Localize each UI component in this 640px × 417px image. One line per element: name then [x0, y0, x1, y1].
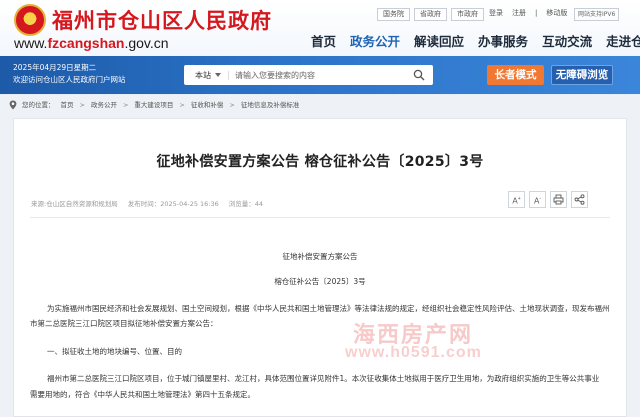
search-icon[interactable] — [413, 69, 425, 81]
mobile-version-link[interactable]: 移动版 — [546, 8, 567, 19]
site-title[interactable]: 福州市仓山区人民政府 — [52, 5, 272, 35]
location-pin-icon — [9, 100, 17, 110]
login-link[interactable]: 登录 — [489, 8, 503, 19]
breadcrumb-separator: > — [229, 101, 235, 109]
link-state-council[interactable]: 国务院 — [377, 8, 410, 21]
article-title: 征地补偿安置方案公告 榕仓征补公告〔2025〕3号 — [156, 154, 484, 170]
site-domain: www.fzcangshan.gov.cn — [14, 35, 169, 51]
elder-mode-button[interactable]: 长者模式 — [487, 65, 544, 85]
search-bar: 本站 — [184, 65, 433, 85]
body-paragraph-3-line-1: 福州市第二总医院三江口院区项目，位于城门镇屋里村、龙江村，具体范围位置详见附件1… — [47, 374, 600, 383]
domain-prefix: www. — [14, 35, 48, 51]
breadcrumb-separator: > — [122, 101, 129, 109]
chevron-down-icon — [215, 73, 221, 77]
search-scope-label: 本站 — [195, 70, 211, 80]
breadcrumb-land-info[interactable]: 征地信息及补偿标准 — [241, 100, 300, 110]
main-nav: 首页 政务公开 解读回应 办事服务 互动交流 走进仓山 — [311, 31, 640, 50]
article-tools: A+ A- — [508, 191, 588, 208]
domain-brand: fzcangshan — [47, 35, 125, 51]
nav-about-cangshan[interactable]: 走进仓山 — [606, 31, 640, 50]
util-separator: | — [535, 9, 538, 17]
document-number: 榕仓征补公告〔2025〕3号 — [274, 277, 366, 286]
article-publish-time: 发布时间：2025-04-25 16:36 — [127, 200, 219, 208]
share-icon — [574, 194, 585, 205]
nav-home[interactable]: 首页 — [311, 31, 336, 50]
ipv6-badge: 网站支持IPV6 — [574, 8, 620, 21]
breadcrumb-expropriation[interactable]: 征收和补偿 — [191, 100, 224, 110]
body-paragraph-3-line-2: 需要用地的，符合《中华人民共和国土地管理法》第四十五条规定。 — [30, 390, 255, 399]
document-title: 征地补偿安置方案公告 — [282, 252, 358, 261]
search-scope-select[interactable]: 本站 — [184, 70, 228, 81]
article-views: 浏览量：44 — [228, 200, 264, 208]
national-emblem-icon — [14, 4, 46, 36]
nav-government-affairs[interactable]: 政务公开 — [350, 31, 400, 50]
blue-banner: 2025年04月29日星期二 欢迎访问仓山区人民政府门户网站 本站 长者模式 无… — [0, 56, 640, 94]
link-province-gov[interactable]: 省政府 — [414, 8, 447, 21]
watermark-url: www.h0591.com — [345, 344, 482, 361]
banner-date: 2025年04月29日星期二 欢迎访问仓山区人民政府门户网站 — [13, 62, 126, 86]
nav-interaction[interactable]: 互动交流 — [542, 31, 592, 50]
body-paragraph-1-line-2: 市第二总医院三江口院区项目拟征地补偿安置方案公告： — [30, 319, 218, 328]
breadcrumb: 您的位置： 首页 > 政务公开 > 重大建设项目 > 征收和补偿 > 征地信息及… — [9, 100, 299, 110]
meta-divider — [30, 217, 610, 218]
breadcrumb-separator: > — [79, 101, 85, 109]
top-links: 国务院 省政府 市政府 — [377, 8, 484, 21]
breadcrumb-home[interactable]: 首页 — [61, 100, 74, 110]
nav-services[interactable]: 办事服务 — [478, 31, 528, 50]
register-link[interactable]: 注册 — [512, 8, 526, 19]
body-paragraph-1-line-1: 为实施福州市国民经济和社会发展规划、国土空间规划，根据《中华人民共和国土地管理法… — [47, 304, 610, 313]
section-heading-1: 一、拟征收土地的地块编号、位置、目的 — [47, 347, 182, 356]
breadcrumb-major-projects[interactable]: 重大建设项目 — [134, 100, 173, 110]
article-source: 来源:仓山区自然资源和规划局 — [31, 200, 118, 208]
search-input[interactable] — [228, 70, 398, 80]
breadcrumb-separator: > — [179, 101, 185, 109]
print-button[interactable] — [550, 191, 567, 208]
nav-interpretation[interactable]: 解读回应 — [414, 31, 464, 50]
breadcrumb-gov-affairs[interactable]: 政务公开 — [91, 100, 117, 110]
font-decrease-button[interactable]: A- — [529, 191, 546, 208]
article-meta: 来源:仓山区自然资源和规划局 发布时间：2025-04-25 16:36 浏览量… — [31, 199, 263, 209]
print-icon — [553, 194, 564, 205]
date-line: 2025年04月29日星期二 — [13, 63, 97, 72]
welcome-line: 欢迎访问仓山区人民政府门户网站 — [13, 75, 126, 84]
util-links: 登录 注册 | 移动版 — [489, 8, 567, 19]
accessibility-button[interactable]: 无障碍浏览 — [551, 65, 613, 85]
domain-suffix: .gov.cn — [124, 35, 169, 51]
font-increase-button[interactable]: A+ — [508, 191, 525, 208]
share-button[interactable] — [571, 191, 588, 208]
link-city-gov[interactable]: 市政府 — [451, 8, 484, 21]
breadcrumb-prefix: 您的位置： — [22, 101, 55, 109]
